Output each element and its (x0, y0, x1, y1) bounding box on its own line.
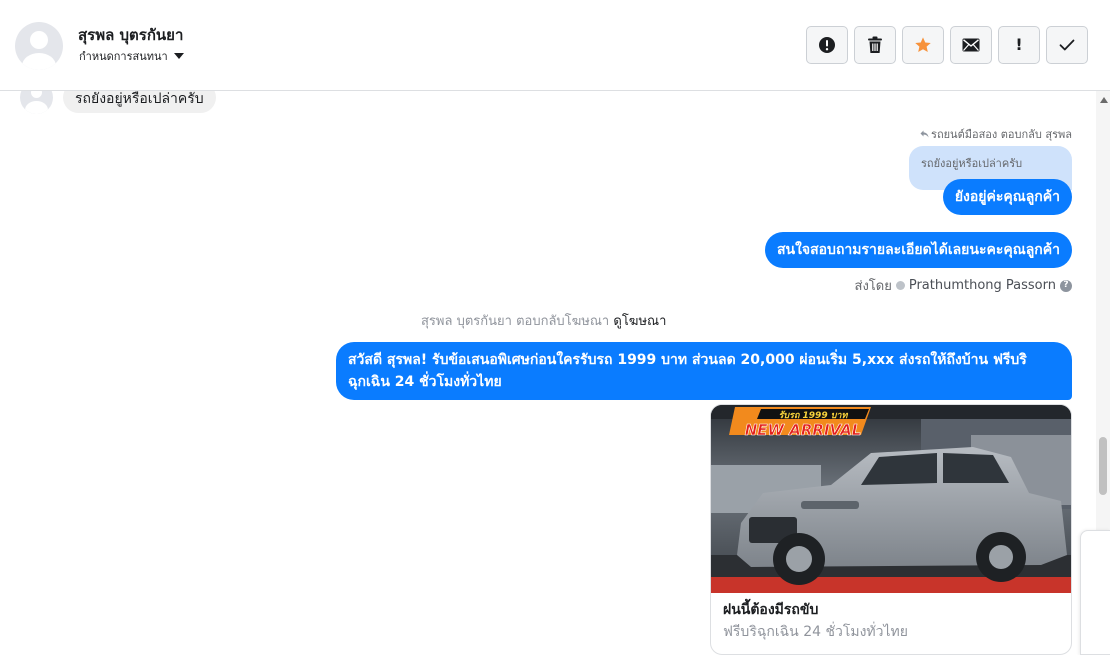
ad-card[interactable]: รับรถ 1999 บาท NEW ARRIVAL ฝนนี้ต้องมีรถ… (710, 404, 1072, 655)
sent-by-name: Prathumthong Passorn (908, 278, 1056, 293)
follow-up-button[interactable]: ! (998, 26, 1040, 64)
view-ad-link[interactable]: ดูโฆษณา (613, 314, 666, 329)
exclamation-icon: ! (1015, 35, 1023, 54)
assign-label: กำหนดการสนทนา (79, 50, 168, 63)
conversation-header: สุรพล บุตรกันยา กำหนดการสนทนา ! (0, 0, 1110, 91)
ad-reply-meta: สุรพล บุตรกันยา ตอบกลับโฆษณา ดูโฆษณา (421, 310, 666, 331)
message-thread: รถยังอยู่หรือเปล่าครับ รถยนต์มือสอง ตอบก… (0, 91, 1110, 655)
banner-top-text: รับรถ 1999 บาท (779, 410, 849, 421)
ad-message-line-1: สวัสดี สุรพล! รับข้อเสนอพิเศษก่อนใครรับร… (348, 352, 1027, 368)
reply-arrow-icon (920, 130, 929, 138)
help-icon[interactable]: ? (1060, 279, 1072, 292)
mark-done-button[interactable] (1046, 26, 1088, 64)
mark-unread-button[interactable] (950, 26, 992, 64)
checkmark-icon (1059, 39, 1075, 51)
sent-by-info: ส่งโดย Prathumthong Passorn ? (855, 275, 1072, 296)
verified-dot-icon (895, 281, 905, 290)
scroll-up-arrow-icon[interactable] (1100, 97, 1108, 103)
outgoing-message-bubble[interactable]: สนใจสอบถามรายละเอียดได้เลยนะคะคุณลูกค้า (764, 232, 1072, 268)
star-button[interactable] (902, 26, 944, 64)
sender-avatar[interactable] (20, 91, 53, 114)
trash-icon (868, 36, 882, 53)
ad-card-title: ฝนนี้ต้องมีรถขับ (723, 602, 819, 618)
incoming-message-row: รถยังอยู่หรือเปล่าครับ (20, 91, 216, 114)
conversation-toolbar: ! (806, 26, 1088, 64)
ad-message-line-2: ฉุกเฉิน 24 ชั่วโมงทั่วไทย (348, 374, 502, 390)
reply-meta: รถยนต์มือสอง ตอบกลับ สุรพล (920, 125, 1072, 143)
ad-reply-meta-text: สุรพล บุตรกันยา ตอบกลับโฆษณา (421, 314, 610, 329)
assign-conversation-dropdown[interactable]: กำหนดการสนทนา (79, 47, 184, 65)
reply-meta-text: รถยนต์มือสอง ตอบกลับ สุรพล (931, 128, 1072, 141)
banner-main-text: NEW ARRIVAL (745, 421, 862, 439)
ad-card-image[interactable]: รับรถ 1999 บาท NEW ARRIVAL (711, 405, 1071, 593)
outgoing-message-bubble[interactable]: ยังอยู่ค่ะคุณลูกค้า (942, 179, 1072, 215)
caret-down-icon (173, 53, 184, 59)
ad-message-bubble[interactable]: สวัสดี สุรพล! รับข้อเสนอพิเศษก่อนใครรับร… (336, 342, 1072, 400)
contact-name[interactable]: สุรพล บุตรกันยา (78, 23, 183, 47)
ad-card-subtitle: ฟรีบริฉุกเฉิน 24 ชั่วโมงทั่วไทย (723, 624, 908, 640)
incoming-message-bubble[interactable]: รถยังอยู่หรือเปล่าครับ (63, 91, 216, 113)
side-panel-tab[interactable] (1080, 530, 1110, 655)
contact-avatar[interactable] (15, 22, 63, 70)
sent-by-label: ส่งโดย (854, 279, 892, 294)
spam-button[interactable] (806, 26, 848, 64)
alert-circle-icon (819, 37, 835, 53)
car-photo: รับรถ 1999 บาท NEW ARRIVAL (711, 405, 1071, 593)
star-icon (915, 37, 931, 53)
delete-button[interactable] (854, 26, 896, 64)
scroll-thumb[interactable] (1099, 437, 1107, 495)
envelope-icon (962, 38, 980, 52)
